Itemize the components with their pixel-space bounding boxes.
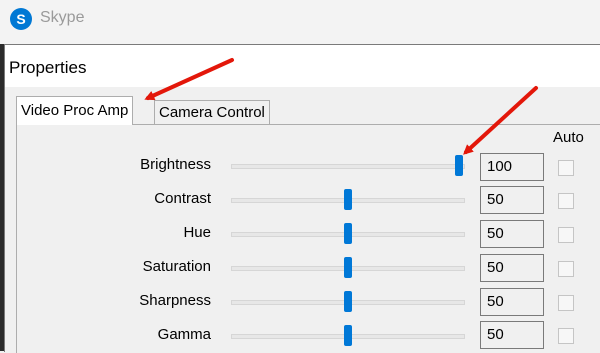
dialog-title-bar: Properties xyxy=(5,45,600,87)
skype-logo-icon: S xyxy=(10,8,32,30)
saturation-label: Saturation xyxy=(142,258,211,275)
tab-video-proc-amp[interactable]: Video Proc Amp xyxy=(16,96,134,125)
saturation-slider-thumb[interactable] xyxy=(344,257,352,278)
app-title: Skype xyxy=(40,9,85,26)
brightness-slider-track[interactable] xyxy=(231,155,465,176)
skype-title-bar: S Skype xyxy=(0,0,600,44)
gamma-label: Gamma xyxy=(157,326,211,343)
sharpness-slider-thumb[interactable] xyxy=(344,291,352,312)
contrast-value-field[interactable]: 50 xyxy=(480,186,544,214)
gamma-value-field[interactable]: 50 xyxy=(480,321,544,349)
brightness-auto-checkbox[interactable] xyxy=(558,160,574,176)
contrast-label: Contrast xyxy=(154,190,211,207)
hue-value-field[interactable]: 50 xyxy=(480,220,544,248)
gamma-auto-checkbox[interactable] xyxy=(558,328,574,344)
sharpness-slider-track[interactable] xyxy=(231,291,465,312)
contrast-slider-thumb[interactable] xyxy=(344,189,352,210)
hue-label: Hue xyxy=(183,224,211,241)
hue-slider-thumb[interactable] xyxy=(344,223,352,244)
gamma-slider-thumb[interactable] xyxy=(344,325,352,346)
auto-column-header: Auto xyxy=(553,129,584,146)
sharpness-value-field[interactable]: 50 xyxy=(480,288,544,316)
hue-auto-checkbox[interactable] xyxy=(558,227,574,243)
brightness-label: Brightness xyxy=(140,156,211,173)
tab-camera-control[interactable]: Camera Control xyxy=(154,100,270,125)
brightness-slider-thumb[interactable] xyxy=(455,155,463,176)
saturation-value-field[interactable]: 50 xyxy=(480,254,544,282)
saturation-auto-checkbox[interactable] xyxy=(558,261,574,277)
dialog-title: Properties xyxy=(9,58,87,77)
contrast-auto-checkbox[interactable] xyxy=(558,193,574,209)
saturation-slider-track[interactable] xyxy=(231,257,465,278)
gamma-slider-track[interactable] xyxy=(231,325,465,346)
brightness-value-field[interactable]: 100 xyxy=(480,153,544,181)
contrast-slider-track[interactable] xyxy=(231,189,465,210)
hue-slider-track[interactable] xyxy=(231,223,465,244)
sharpness-label: Sharpness xyxy=(139,292,211,309)
properties-dialog: Properties Video Proc Amp Camera Control… xyxy=(4,44,600,353)
sharpness-auto-checkbox[interactable] xyxy=(558,295,574,311)
